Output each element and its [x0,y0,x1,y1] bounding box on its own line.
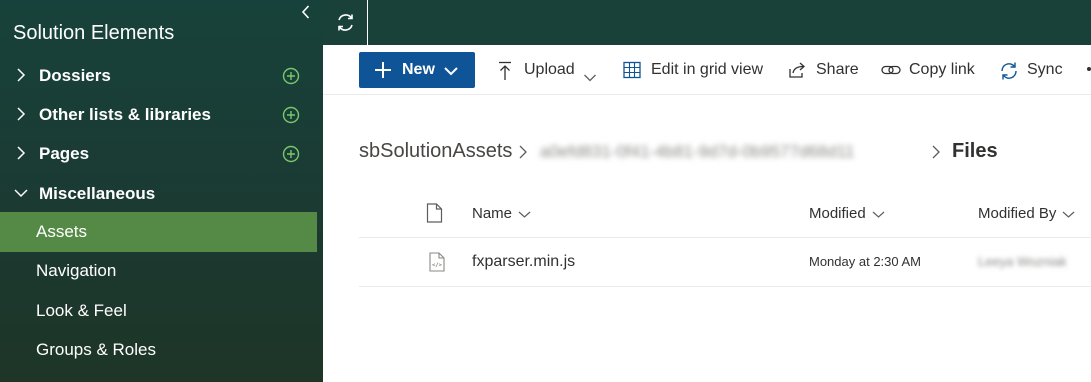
sidebar-item-assets[interactable]: Assets [0,212,317,252]
sidebar-group-label: Other lists & libraries [39,105,211,124]
column-header-name[interactable]: Name [472,205,531,222]
sidebar-group-label: Dossiers [39,66,111,85]
plus-icon [374,61,392,84]
sidebar-item-groups-roles[interactable]: Groups & Roles [0,330,317,370]
list-header: Name Modified Modified By [359,190,1091,238]
column-header-label: Name [472,205,513,222]
command-bar: New Upload Edit in grid view Share Copy … [323,45,1091,95]
svg-text:</>: </> [432,263,443,269]
breadcrumb-root[interactable]: sbSolutionAssets [359,140,512,163]
sidebar: Solution Elements Dossiers Other lists &… [0,0,323,382]
add-circle-icon[interactable] [282,145,300,163]
upload-button[interactable]: Upload [497,52,597,88]
add-circle-icon[interactable] [282,106,300,124]
column-header-modified-by[interactable]: Modified By [978,205,1075,222]
file-type-icon[interactable] [426,203,443,228]
sidebar-item-label: Look & Feel [36,301,127,320]
chevron-down-icon [872,211,885,218]
chevron-right-icon[interactable] [13,145,29,161]
chevron-right-icon[interactable] [13,106,29,122]
chevron-right-icon[interactable] [13,67,29,83]
sidebar-group-label: Pages [39,144,90,163]
js-file-icon: </> [429,252,445,277]
new-button-label: New [402,61,435,78]
sync-button[interactable]: Sync [999,52,1069,88]
chevron-down-icon[interactable] [13,185,29,201]
sync-label: Sync [1027,61,1063,78]
edit-grid-view-button[interactable]: Edit in grid view [623,52,768,88]
top-bar [323,0,1091,45]
refresh-icon [338,14,353,31]
more-overflow-icon[interactable] [1087,67,1091,71]
file-modified-by-redacted[interactable]: Leeya Wozniak [978,254,1067,269]
column-header-label: Modified By [978,205,1057,222]
chevron-down-icon [1062,211,1075,218]
sidebar-item-label: Navigation [36,261,117,280]
breadcrumb-folder-redacted[interactable]: a0efd831-0f41-4b81-9d7d-0b9577d68d11 [540,142,920,160]
sidebar-item-look-feel[interactable]: Look & Feel [0,291,317,331]
share-button[interactable]: Share [788,52,863,88]
edit-grid-label: Edit in grid view [651,61,764,78]
file-name-link[interactable]: fxparser.min.js [472,253,575,271]
upload-label: Upload [524,61,575,78]
chevron-down-icon [443,64,459,82]
share-label: Share [816,61,859,78]
chevron-down-icon [518,211,531,218]
add-circle-icon[interactable] [282,67,300,85]
chevron-right-icon [930,144,942,165]
sidebar-group-other-lists[interactable]: Other lists & libraries [0,95,323,135]
sidebar-group-miscellaneous[interactable]: Miscellaneous [0,174,323,214]
chevron-left-icon[interactable] [296,2,316,22]
refresh-button[interactable] [323,0,368,45]
grid-icon [623,61,641,79]
upload-icon [499,61,511,80]
sidebar-group-label: Miscellaneous [39,184,156,203]
sidebar-group-dossiers[interactable]: Dossiers [0,56,323,96]
column-header-label: Modified [809,205,866,222]
sync-icon [1001,62,1017,80]
sidebar-title: Solution Elements [13,22,175,44]
list-row[interactable]: </> fxparser.min.js Monday at 2:30 AM Le… [359,238,1091,287]
chevron-right-icon [517,144,529,165]
copy-link-label: Copy link [909,61,975,78]
breadcrumb-current: Files [952,140,998,162]
sidebar-item-navigation[interactable]: Navigation [0,251,317,291]
file-modified: Monday at 2:30 AM [809,254,922,269]
sidebar-item-label: Groups & Roles [36,340,156,359]
copy-link-button[interactable]: Copy link [881,52,981,88]
share-icon [789,62,805,78]
column-header-modified[interactable]: Modified [809,205,885,222]
sidebar-group-pages[interactable]: Pages [0,134,323,174]
new-button[interactable]: New [359,52,475,88]
link-icon [881,65,901,75]
sidebar-item-label: Assets [36,222,88,241]
